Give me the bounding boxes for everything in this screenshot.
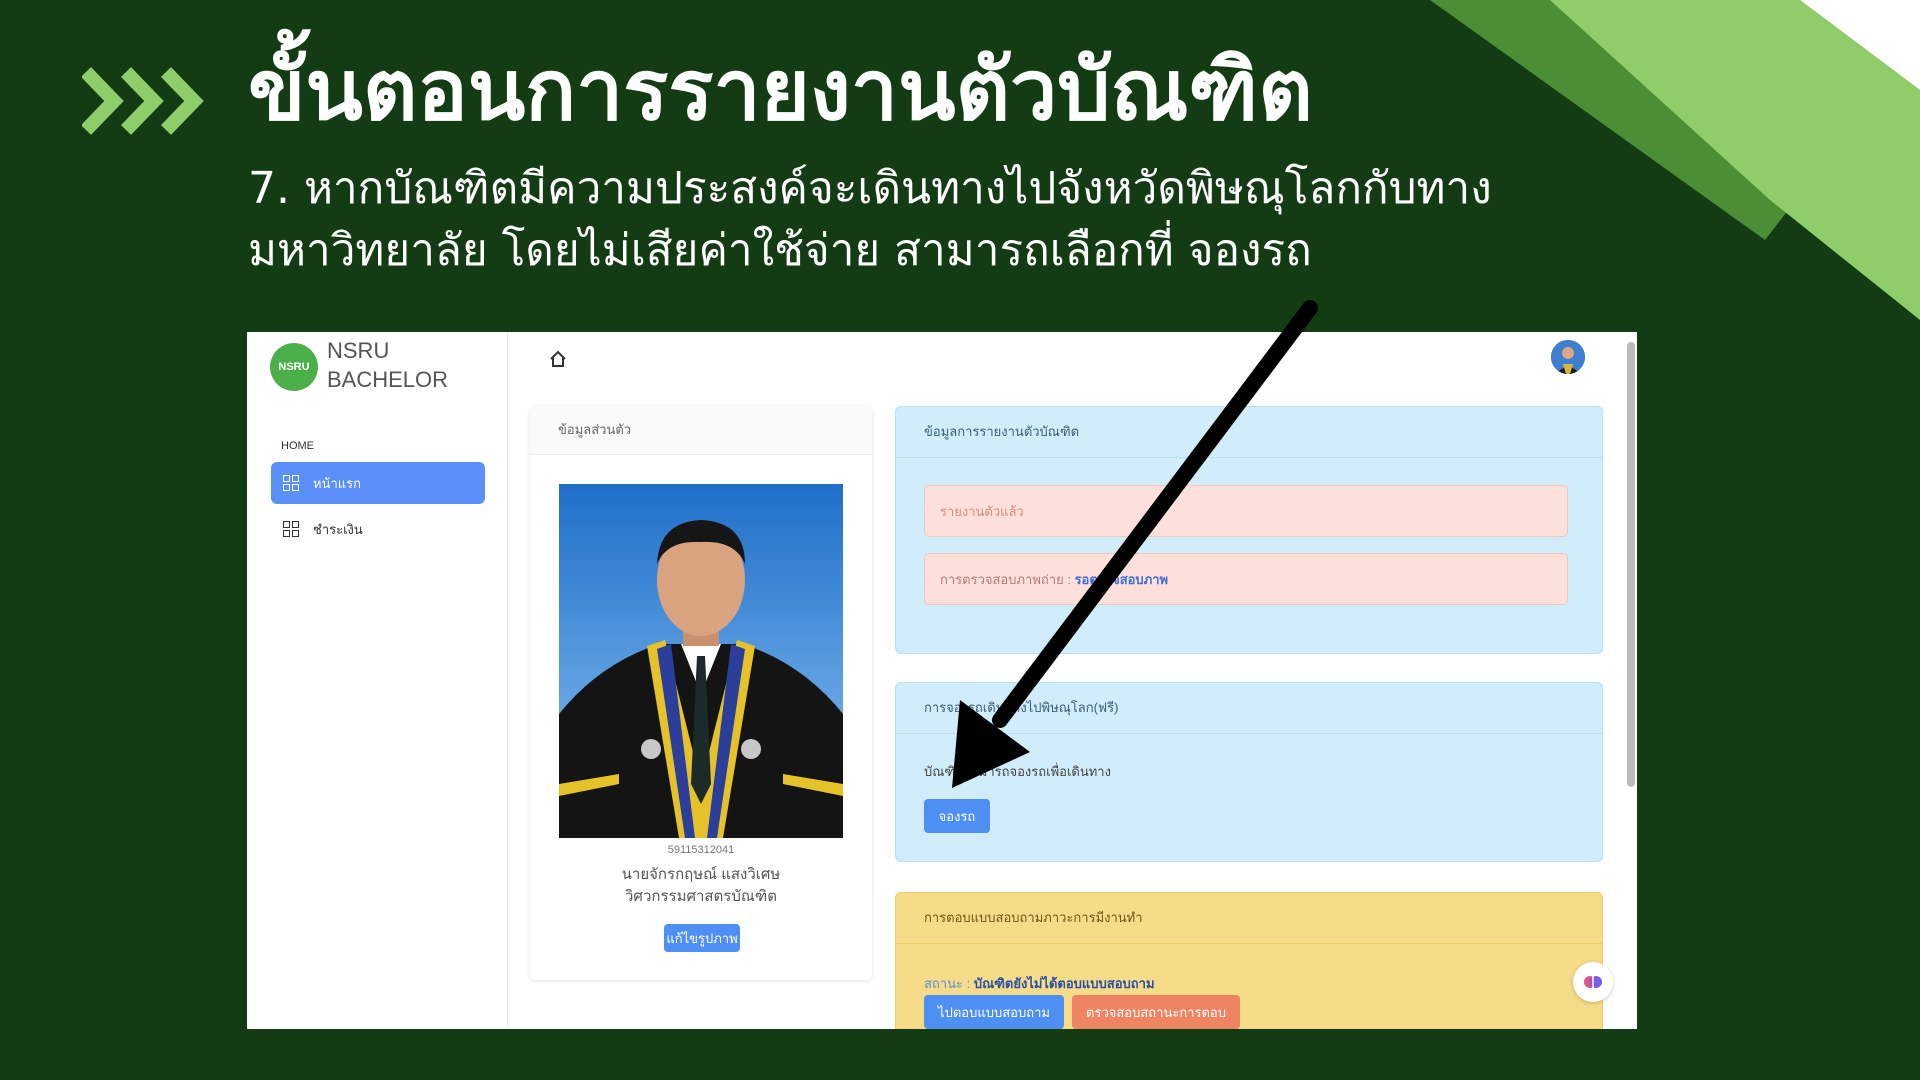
go-to-survey-button[interactable]: ไปตอบแบบสอบถาม <box>924 995 1064 1029</box>
app-screenshot: NSRU NSRU BACHELOR HOME หน้าแรก ชำระเงิน <box>247 332 1637 1029</box>
photo-check-alert: การตรวจสอบภาพถ่าย : รอตรวจสอบภาพ <box>924 553 1568 605</box>
topbar <box>507 332 1637 392</box>
reported-status-alert: รายงานตัวแล้ว <box>924 485 1568 537</box>
bus-booking-card: การจองรถเดินทางไปพิษณุโลก(ฟรี) บัณฑิตสาม… <box>895 682 1603 862</box>
booking-card-header: การจองรถเดินทางไปพิษณุโลก(ฟรี) <box>896 683 1602 734</box>
chevron-right-icon <box>82 67 204 135</box>
photo-check-value: รอตรวจสอบภาพ <box>1074 572 1169 587</box>
book-bus-button[interactable]: จองรถ <box>924 799 990 833</box>
report-info-card: ข้อมูลการรายงานตัวบัณฑิต รายงานตัวแล้ว ก… <box>895 406 1603 654</box>
check-survey-status-button[interactable]: ตรวจสอบสถานะการตอบ <box>1072 995 1240 1029</box>
student-id: 59115312041 <box>667 844 735 856</box>
survey-status-label: สถานะ : <box>924 976 974 991</box>
brain-icon <box>1584 976 1602 988</box>
graduate-photo <box>559 484 843 838</box>
page-scrollbar[interactable] <box>1627 342 1635 787</box>
user-avatar[interactable] <box>1551 340 1585 374</box>
slide-description: 7. หากบัณฑิตมีความประสงค์จะเดินทางไปจังห… <box>248 163 1492 276</box>
photo-check-label: การตรวจสอบภาพถ่าย : <box>940 572 1075 587</box>
survey-status: สถานะ : บัณฑิตยังไม่ได้ตอบแบบสอบถาม <box>924 973 1155 994</box>
sidebar-item-label: หน้าแรก <box>313 475 361 491</box>
graduate-name: นายจักรกฤษณ์ แสงวิเศษ <box>621 866 781 883</box>
edit-photo-button[interactable]: แก้ไขรูปภาพ <box>664 924 740 952</box>
sidebar-item-payment[interactable]: ชำระเงิน <box>271 508 485 550</box>
sidebar-item-label: ชำระเงิน <box>313 521 363 537</box>
slide-title: ขั้นตอนการรายงานตัวบัณฑิต <box>248 41 1313 139</box>
sidebar-item-home[interactable]: หน้าแรก <box>271 462 485 504</box>
employment-survey-card: การตอบแบบสอบถามภาวะการมีงานทำ สถานะ : บั… <box>895 892 1603 1029</box>
sidebar: NSRU NSRU BACHELOR HOME หน้าแรก ชำระเงิน <box>247 332 508 1029</box>
booking-label: บัณฑิตสามารถจองรถเพื่อเดินทาง <box>924 764 1111 779</box>
profile-card-header: ข้อมูลส่วนตัว <box>530 406 872 455</box>
brand-name: NSRU BACHELOR <box>327 336 448 394</box>
brand-line-2: BACHELOR <box>327 367 449 392</box>
survey-card-header: การตอบแบบสอบถามภาวะการมีงานทำ <box>896 893 1602 944</box>
home-icon[interactable] <box>547 348 569 370</box>
assistant-fab[interactable] <box>1573 962 1613 1002</box>
brand-line-1: NSRU <box>327 338 390 363</box>
nsru-logo[interactable]: NSRU <box>270 343 318 391</box>
profile-card: ข้อมูลส่วนตัว 59115312041 นายจักรกฤษณ์ แ… <box>530 406 872 980</box>
nav-section-label: HOME <box>281 440 314 452</box>
graduate-degree: วิศวกรรมศาสตรบัณฑิต <box>625 888 777 905</box>
survey-status-value: บัณฑิตยังไม่ได้ตอบแบบสอบถาม <box>973 976 1155 991</box>
dashboard-icon <box>283 521 299 537</box>
dashboard-icon <box>283 475 299 491</box>
report-card-header: ข้อมูลการรายงานตัวบัณฑิต <box>896 407 1602 458</box>
